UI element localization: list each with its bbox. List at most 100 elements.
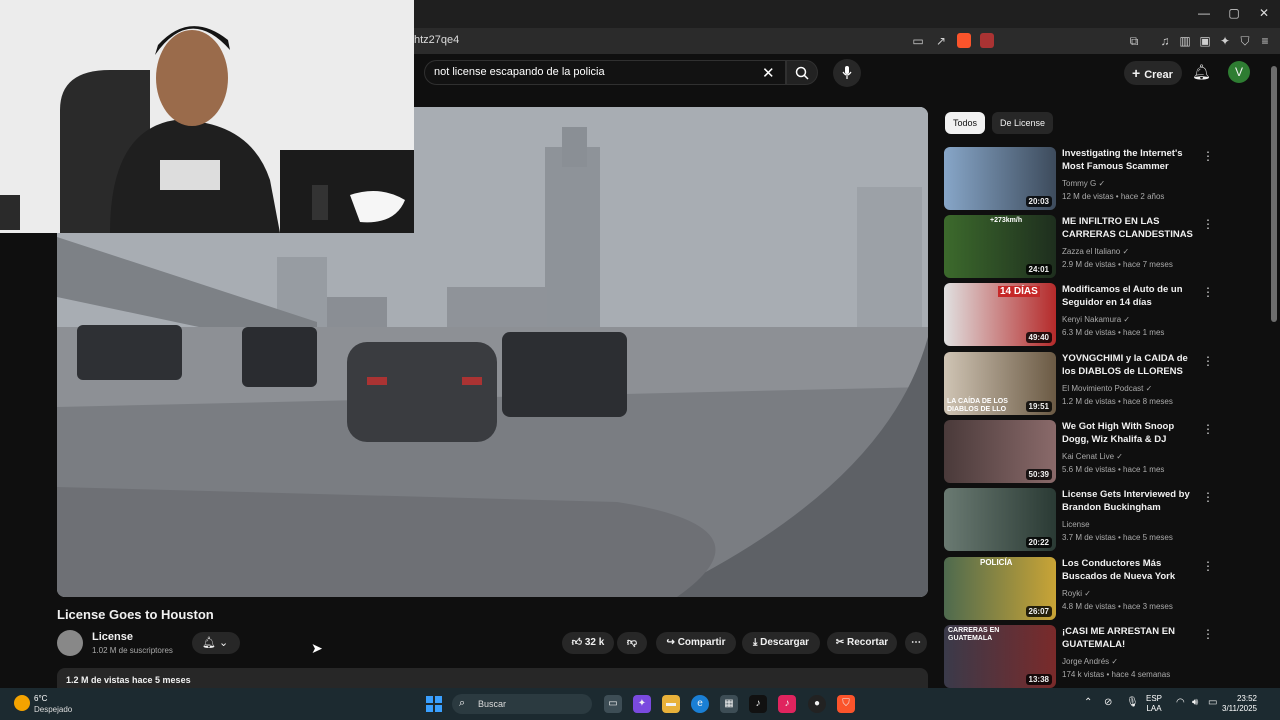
more-vertical-icon[interactable]: ⋮ [1202, 285, 1214, 299]
copilot-icon[interactable]: ✦ [633, 695, 651, 713]
more-vertical-icon[interactable]: ⋮ [1202, 354, 1214, 368]
create-button[interactable]: + Crear [1124, 61, 1182, 85]
channel-name[interactable]: Jorge Andrés ✓ [1062, 657, 1118, 666]
dislike-button[interactable]: 👎︎ [617, 632, 647, 654]
chip-all[interactable]: Todos [945, 112, 986, 134]
task-view-icon[interactable]: ▭ [604, 695, 622, 713]
channel-avatar[interactable] [57, 630, 83, 656]
more-vertical-icon[interactable]: ⋮ [1202, 217, 1214, 231]
screenshot-icon[interactable]: ⧉ [1126, 33, 1142, 49]
windows-start-icon[interactable] [426, 696, 442, 712]
tiktok-live-icon[interactable]: ♪ [778, 695, 796, 713]
wallet-icon[interactable]: ▣ [1197, 33, 1213, 49]
obs-icon[interactable]: ● [808, 695, 826, 713]
channel-name[interactable]: License [92, 631, 133, 643]
more-vertical-icon[interactable]: ⋮ [1202, 490, 1214, 504]
thumbnail[interactable]: +273km/h 24:01 [944, 215, 1056, 278]
list-item[interactable]: LA CAÍDA DE LOS DIABLOS DE LLO 19:51 YOVN… [944, 352, 1264, 416]
list-item[interactable]: 50:39 We Got High With Snoop Dogg, Wiz K… [944, 420, 1264, 484]
file-explorer-icon[interactable]: ▬ [662, 695, 680, 713]
more-vertical-icon[interactable]: ⋮ [1202, 559, 1214, 573]
more-actions-button[interactable]: ⋯ [905, 632, 927, 654]
close-window-button[interactable]: ✕ [1254, 6, 1274, 20]
tiktok-icon[interactable]: ♪ [749, 695, 767, 713]
video-title[interactable]: License Gets Interviewed by Brandon Buck… [1062, 488, 1202, 514]
taskbar-search[interactable]: Buscar [452, 694, 592, 714]
video-title[interactable]: Los Conductores Más Buscados de Nueva Yo… [1062, 557, 1202, 583]
weather-description: Despejado [34, 705, 73, 714]
brave-browser-icon[interactable]: ⛉ [837, 695, 855, 713]
leo-ai-icon[interactable]: ✦ [1217, 33, 1233, 49]
clip-button[interactable]: ✂ Recortar [827, 632, 897, 654]
thumbs-down-icon: 👎︎ [626, 637, 638, 648]
volume-icon[interactable]: 🔊︎ [1192, 697, 1198, 708]
video-title[interactable]: ¡CASI ME ARRESTAN EN GUATEMALA! [1062, 625, 1202, 651]
channel-name[interactable]: License [1062, 520, 1090, 529]
vpn-icon[interactable]: ⛉ [1237, 33, 1253, 49]
chip-from-license[interactable]: De License [992, 112, 1054, 134]
clock[interactable]: 23:52 3/11/2025 [1222, 694, 1257, 714]
subscription-bell-button[interactable]: 🔔︎ ⌄ [192, 632, 240, 654]
channel-name[interactable]: Kenyi Nakamura ✓ [1062, 315, 1130, 324]
store-icon[interactable]: ▦ [720, 695, 738, 713]
account-avatar[interactable]: V [1228, 61, 1250, 83]
notifications-bell-icon[interactable]: 🔔︎ [1192, 63, 1211, 81]
sidebar-icon[interactable]: ▥ [1177, 33, 1193, 49]
verified-icon: ✓ [1116, 452, 1123, 461]
video-title[interactable]: Investigating the Internet's Most Famous… [1062, 147, 1202, 173]
channel-name[interactable]: Tommy G ✓ [1062, 179, 1105, 188]
thumbnail[interactable]: LA CAÍDA DE LOS DIABLOS DE LLO 19:51 [944, 352, 1056, 415]
search-button[interactable] [786, 60, 818, 85]
channel-name[interactable]: Kai Cenat Live ✓ [1062, 452, 1123, 461]
language-indicator[interactable]: ESP LAA [1146, 694, 1162, 714]
channel-name[interactable]: Royki ✓ [1062, 589, 1091, 598]
duration-badge: 20:03 [1025, 196, 1052, 207]
video-title[interactable]: ME INFILTRO EN LAS CARRERAS CLANDESTINAS… [1062, 215, 1202, 241]
video-title[interactable]: YOVNGCHIMI y la CAIDA de los DIABLOS de … [1062, 352, 1202, 378]
wifi-icon[interactable]: ◠ [1176, 697, 1185, 708]
microphone-icon[interactable]: 🎙︎ [1126, 697, 1139, 708]
maximize-button[interactable]: ▢ [1224, 6, 1244, 20]
thumbnail[interactable]: 14 DÍAS 49:40 [944, 283, 1056, 346]
thumbnail[interactable]: 20:22 [944, 488, 1056, 551]
more-vertical-icon[interactable]: ⋮ [1202, 149, 1214, 163]
network-off-icon[interactable]: ⊘ [1104, 697, 1112, 708]
url-text[interactable]: htz27qe4 [414, 34, 459, 46]
list-item[interactable]: 20:22 License Gets Interviewed by Brando… [944, 488, 1264, 552]
minimize-button[interactable]: — [1194, 6, 1214, 20]
more-vertical-icon[interactable]: ⋮ [1202, 627, 1214, 641]
download-button[interactable]: ⤓ Descargar [742, 632, 820, 654]
chevron-up-icon[interactable]: ⌃ [1084, 697, 1092, 708]
edge-icon[interactable]: e [691, 695, 709, 713]
music-icon[interactable]: ♫ [1157, 33, 1173, 49]
clear-search-icon[interactable]: ✕ [762, 64, 775, 82]
thumbnail[interactable]: 20:03 [944, 147, 1056, 210]
video-title[interactable]: We Got High With Snoop Dogg, Wiz Khalifa… [1062, 420, 1202, 446]
list-item[interactable]: CARRERAS EN GUATEMALA 13:38 ¡CASI ME ARRE… [944, 625, 1264, 689]
share-button[interactable]: ↪ Compartir [656, 632, 736, 654]
like-button[interactable]: 👍︎ 32 k [562, 632, 614, 654]
search-input[interactable] [434, 66, 744, 78]
list-item[interactable]: 20:03 Investigating the Internet's Most … [944, 147, 1264, 211]
brave-rewards-icon[interactable] [980, 33, 994, 48]
video-title[interactable]: Modificamos el Auto de un Seguidor en 14… [1062, 283, 1202, 309]
menu-icon[interactable]: ≡ [1257, 33, 1273, 49]
share-page-icon[interactable]: ↗ [933, 33, 949, 49]
list-item[interactable]: POLICÍA 26:07 Los Conductores Más Buscado… [944, 557, 1264, 621]
channel-name[interactable]: El Movimiento Podcast ✓ [1062, 384, 1152, 393]
weather-temperature[interactable]: 6°C [34, 694, 47, 703]
thumbnail[interactable]: POLICÍA 26:07 [944, 557, 1056, 620]
video-meta: 2.9 M de vistas • hace 7 meses [1062, 260, 1173, 269]
scrollbar[interactable] [1271, 66, 1277, 322]
thumbnail[interactable]: 50:39 [944, 420, 1056, 483]
cast-icon[interactable]: ▭ [910, 33, 926, 49]
battery-icon[interactable]: ▭ [1208, 697, 1217, 708]
weather-icon[interactable] [14, 695, 30, 711]
more-vertical-icon[interactable]: ⋮ [1202, 422, 1214, 436]
voice-search-button[interactable] [833, 59, 861, 87]
list-item[interactable]: +273km/h 24:01 ME INFILTRO EN LAS CARRERA… [944, 215, 1264, 279]
list-item[interactable]: 14 DÍAS 49:40 Modificamos el Auto de un S… [944, 283, 1264, 347]
thumbnail[interactable]: CARRERAS EN GUATEMALA 13:38 [944, 625, 1056, 688]
brave-shield-icon[interactable] [957, 33, 971, 48]
channel-name[interactable]: Zazza el Italiano ✓ [1062, 247, 1129, 256]
